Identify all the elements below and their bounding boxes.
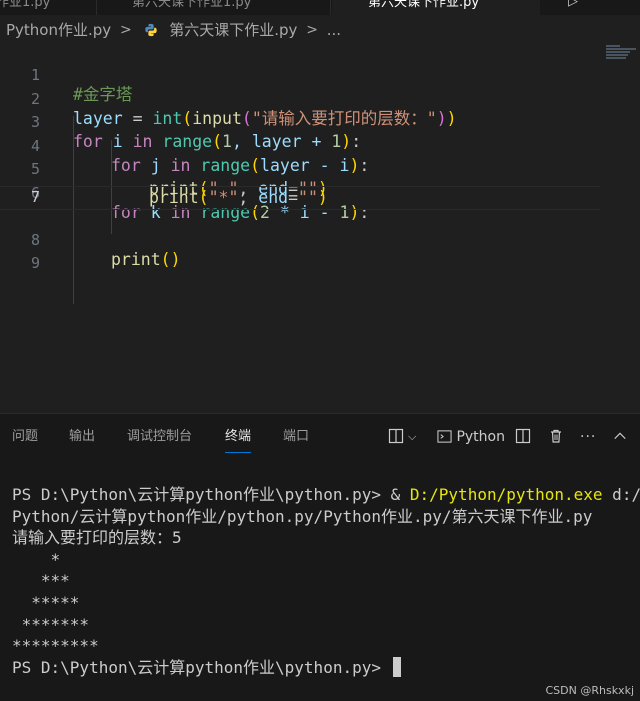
line-number: 7 bbox=[30, 188, 40, 206]
run-icon[interactable]: ▷ bbox=[568, 0, 578, 9]
tab-file-active[interactable]: 第六天课下作业.py bbox=[332, 0, 540, 15]
tab-divider bbox=[96, 0, 97, 15]
terminal-line: ********* bbox=[12, 636, 99, 656]
code-line-6: 6 for k in range(2 * i - 1): bbox=[0, 163, 600, 222]
split-terminal-icon[interactable] bbox=[388, 426, 404, 448]
breadcrumb-folder[interactable]: Python作业.py bbox=[6, 17, 111, 43]
tab-terminal[interactable]: 终端 bbox=[225, 428, 252, 453]
bottom-panel: 问题 输出 调试控制台 终端 端口 ⌵ Python ··· PS D:\Pyt… bbox=[0, 413, 640, 701]
minimap[interactable] bbox=[606, 45, 638, 65]
terminal-line: PS D:\Python\云计算python作业\python.py> bbox=[12, 656, 632, 679]
tab-file-1[interactable]: 作业1.py bbox=[0, 0, 50, 15]
code-line-8: 8 print() bbox=[0, 210, 600, 269]
code-line-3: 3 for i in range(1, layer + 1): bbox=[0, 92, 600, 151]
terminal-icon bbox=[437, 430, 452, 443]
code-line-5: 5 print(" ", end="") bbox=[0, 139, 600, 198]
split-panel-icon[interactable] bbox=[515, 426, 531, 448]
tab-problems[interactable]: 问题 bbox=[12, 428, 38, 446]
breadcrumb-more[interactable]: ... bbox=[327, 17, 341, 43]
terminal-line: Python/云计算python作业/python.py/Python作业.py… bbox=[12, 506, 593, 526]
editor-actions: ▷ bbox=[540, 0, 640, 15]
chevron-right-icon: > bbox=[306, 22, 318, 38]
tab-file-2[interactable]: 第六天课下作业1.py bbox=[112, 0, 251, 15]
trash-icon[interactable] bbox=[548, 426, 564, 448]
more-actions-icon[interactable]: ··· bbox=[580, 426, 596, 448]
code-line-4: 4 for j in range(layer - i): bbox=[0, 116, 600, 175]
tab-output[interactable]: 输出 bbox=[69, 428, 95, 446]
terminal-type-python[interactable]: Python bbox=[437, 426, 505, 448]
code-editor[interactable]: 1 #金字塔 2 layer = int(input("请输入要打印的层数：")… bbox=[0, 43, 640, 413]
line-number: 9 bbox=[30, 254, 40, 272]
terminal-line: * bbox=[12, 549, 61, 569]
editor-tab-strip: 作业1.py 第六天课下作业1.py 第六天课下作业.py ▷ bbox=[0, 0, 640, 15]
panel-tabs: 问题 输出 调试控制台 终端 端口 ⌵ Python ··· bbox=[0, 414, 640, 458]
code-line-9: 9 bbox=[0, 233, 600, 272]
terminal-line: ******* bbox=[12, 614, 90, 634]
terminal-line: PS D:\Python\云计算python作业\python.py> & D:… bbox=[12, 485, 640, 504]
watermark: CSDN @Rhskxkj bbox=[545, 684, 634, 697]
code-line-2: 2 layer = int(input("请输入要打印的层数：")) bbox=[0, 69, 600, 128]
tab-divider bbox=[330, 0, 331, 15]
chevron-right-icon: > bbox=[119, 22, 132, 38]
terminal-output[interactable]: PS D:\Python\云计算python作业\python.py> & D:… bbox=[12, 484, 640, 679]
code-line-1: 1 #金字塔 bbox=[0, 45, 600, 104]
tab-label: 第六天课下作业1.py bbox=[132, 0, 252, 10]
terminal-type-label: Python bbox=[456, 429, 505, 445]
tab-label: 作业1.py bbox=[0, 0, 51, 10]
code-text: print("*", end="") bbox=[149, 188, 328, 207]
tab-label: 第六天课下作业.py bbox=[368, 0, 480, 10]
code-line-7-current: 7 print("*", end="") bbox=[0, 186, 600, 210]
breadcrumb: Python作业.py > 第六天课下作业.py > ... bbox=[0, 17, 640, 43]
terminal-line: ***** bbox=[12, 592, 80, 612]
terminal-line: 请输入要打印的层数：5 bbox=[12, 528, 182, 548]
tab-ports[interactable]: 端口 bbox=[283, 428, 309, 446]
tab-debug-console[interactable]: 调试控制台 bbox=[127, 428, 192, 446]
chevron-down-icon[interactable]: ⌵ bbox=[408, 426, 416, 448]
python-file-icon bbox=[145, 23, 158, 37]
terminal-line: *** bbox=[12, 571, 70, 591]
breadcrumb-file[interactable]: 第六天课下作业.py bbox=[169, 17, 297, 43]
terminal-cursor bbox=[392, 656, 401, 677]
chevron-up-icon[interactable] bbox=[613, 426, 627, 448]
